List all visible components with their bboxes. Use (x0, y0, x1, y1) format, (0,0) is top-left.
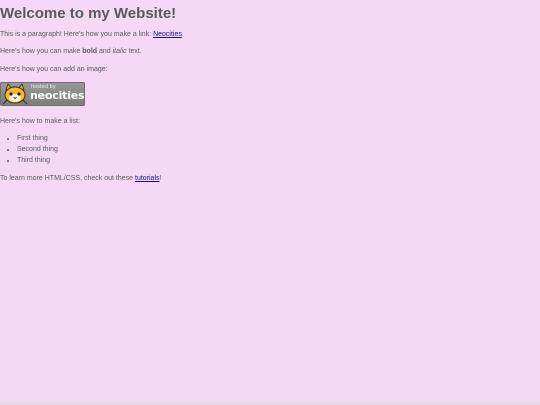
page-title: Welcome to my Website! (0, 5, 177, 22)
formatting-paragraph: Here's how you can make bold and italic … (0, 47, 142, 56)
list-item: Third thing (17, 155, 58, 166)
bold-text: bold (82, 48, 98, 55)
neocities-link[interactable]: Neocities (153, 31, 182, 38)
formatting-text-between: and (97, 48, 113, 55)
list-item: First thing (17, 133, 58, 144)
formatting-text-end: text. (126, 48, 142, 55)
page-background: Welcome to my Website! This is a paragra… (0, 0, 540, 401)
italic-text: italic (112, 48, 127, 55)
bottom-edge (0, 401, 540, 405)
example-list: First thing Second thing Third thing (0, 133, 58, 166)
intro-paragraph: This is a paragraph! Here's how you make… (0, 30, 184, 39)
image-section-label: Here's how you can add an image: (0, 66, 108, 73)
footer-exclamation: ! (159, 175, 162, 182)
intro-period: . (181, 31, 184, 38)
list-item: Second thing (17, 144, 58, 155)
hosted-by-neocities-badge[interactable]: hosted by neocities (0, 82, 85, 106)
footer-text: To learn more HTML/CSS, check out these (0, 175, 135, 182)
cat-mascot-icon (2, 83, 28, 105)
list-section-label: Here's how to make a list: (0, 118, 80, 125)
tutorials-link[interactable]: tutorials (135, 175, 160, 182)
formatting-text-start: Here's how you can make (0, 48, 83, 55)
intro-text: This is a paragraph! Here's how you make… (0, 31, 154, 38)
footer-paragraph: To learn more HTML/CSS, check out these … (0, 174, 161, 183)
badge-brand-text: neocities (30, 89, 85, 102)
